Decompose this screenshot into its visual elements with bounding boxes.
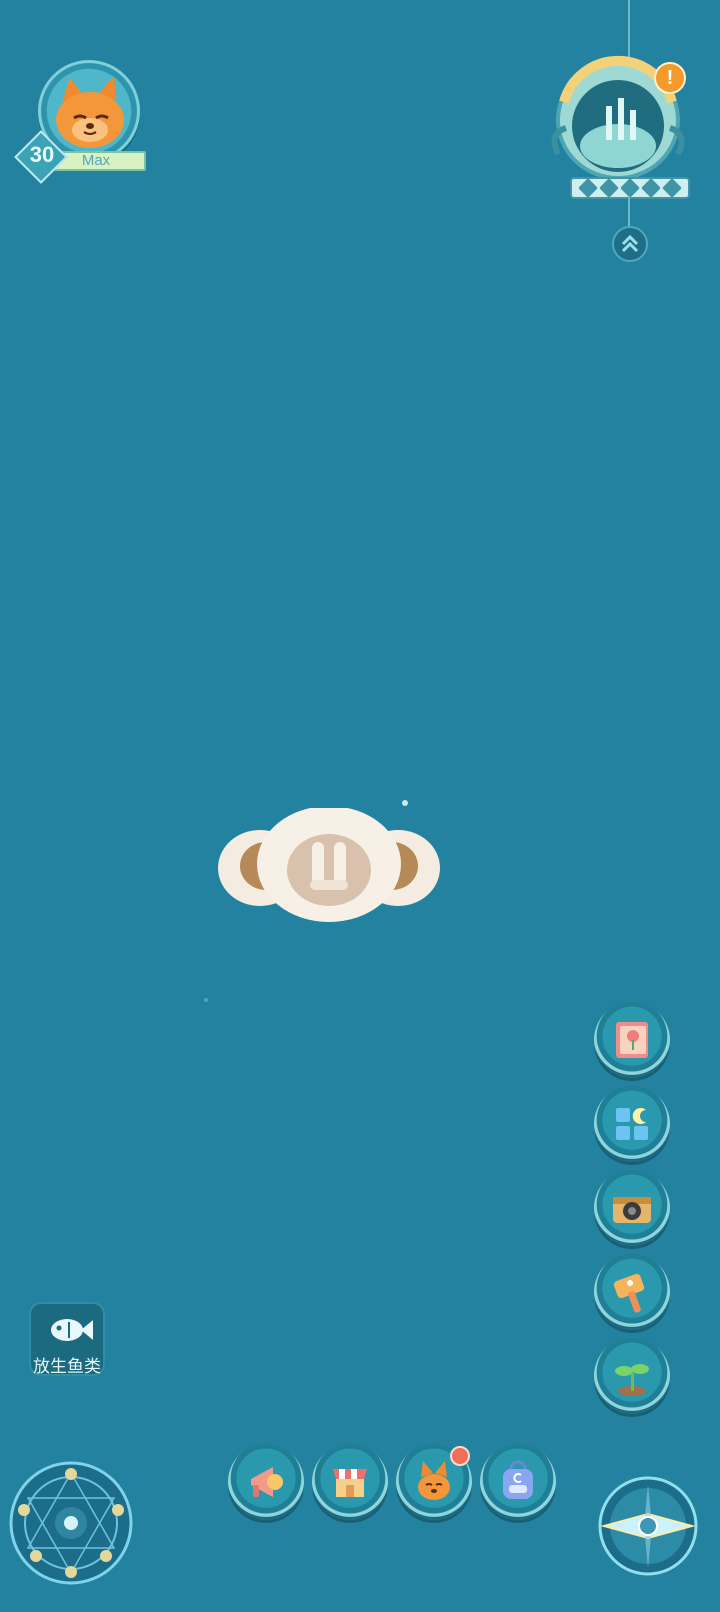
expand-button[interactable] bbox=[612, 226, 648, 262]
plant-button[interactable] bbox=[594, 1338, 670, 1414]
bubble bbox=[204, 998, 208, 1002]
backpack-button[interactable] bbox=[480, 1444, 556, 1520]
shop-icon bbox=[333, 1469, 367, 1497]
announcement-button[interactable] bbox=[228, 1444, 304, 1520]
hanging-string bbox=[628, 0, 630, 58]
star-pip bbox=[620, 178, 640, 198]
moon-blocks-button[interactable] bbox=[594, 1086, 670, 1162]
star-pip bbox=[640, 178, 661, 198]
notification-dot bbox=[450, 1446, 470, 1466]
star-pip bbox=[599, 178, 620, 198]
double-chevron-up-icon bbox=[621, 234, 639, 253]
hammer-icon bbox=[613, 1273, 645, 1313]
player-level: 30 bbox=[29, 142, 55, 167]
fish-icon bbox=[51, 1319, 93, 1341]
fox-pet-icon bbox=[418, 1461, 450, 1500]
camera-button[interactable] bbox=[594, 1170, 670, 1246]
flower-book-button[interactable] bbox=[594, 1002, 670, 1078]
release-fish-label: 放生鱼类 bbox=[33, 1357, 101, 1376]
island-stars bbox=[570, 177, 690, 199]
backpack-icon bbox=[503, 1460, 533, 1499]
compass-button[interactable] bbox=[596, 1474, 700, 1578]
game-scene: Max 30 ! 放生鱼类 bbox=[0, 0, 720, 1612]
hammer-button[interactable] bbox=[594, 1254, 670, 1330]
magic-circle-button[interactable] bbox=[6, 1458, 136, 1588]
sprout-icon bbox=[615, 1364, 649, 1396]
moon-blocks-icon bbox=[616, 1108, 648, 1140]
sparkle bbox=[402, 800, 408, 806]
shop-button[interactable] bbox=[312, 1444, 388, 1520]
star-pip bbox=[661, 178, 682, 198]
star-pip bbox=[578, 178, 599, 198]
release-fish-button[interactable]: 放生鱼类 bbox=[29, 1302, 105, 1376]
camera-icon bbox=[613, 1197, 651, 1223]
alert-badge[interactable]: ! bbox=[654, 62, 686, 94]
player-avatar[interactable]: Max 30 bbox=[14, 58, 154, 184]
megaphone-icon bbox=[251, 1467, 283, 1497]
sheep-creature[interactable] bbox=[214, 808, 444, 938]
flower-book-icon bbox=[616, 1022, 648, 1058]
hanging-string bbox=[628, 196, 630, 226]
